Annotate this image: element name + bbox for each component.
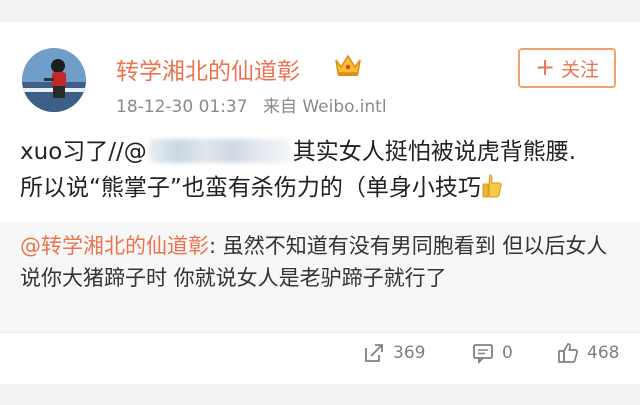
post-text-prefix: xuo习了//@ (20, 139, 147, 165)
author-name[interactable]: 转学湘北的仙道彰 (116, 52, 300, 86)
avatar-image (22, 48, 86, 112)
comment-count: 0 (502, 343, 513, 363)
follow-button[interactable]: + 关注 (518, 48, 616, 88)
divider (0, 332, 640, 333)
bottom-gap (0, 384, 640, 405)
like-count: 468 (587, 343, 620, 363)
repost-count: 369 (393, 343, 426, 363)
weibo-post-card: 转学湘北的仙道彰 18-12-30 01:37 来自 Weibo.intl + … (0, 22, 640, 384)
thumbs-up-emoji-icon (482, 174, 502, 198)
repost-icon (365, 344, 383, 362)
post-text-line2: 所以说“熊掌子”也蛮有杀伤力的（单身小技巧 (20, 175, 481, 201)
post-line-2: 所以说“熊掌子”也蛮有杀伤力的（单身小技巧 (20, 170, 630, 206)
comment-icon (473, 344, 493, 364)
avatar[interactable] (22, 48, 86, 112)
quoted-text: @转学湘北的仙道彰: 虽然不知道有没有男同胞看到 但以后女人说你大猪蹄子时 你就… (20, 230, 620, 294)
like-button[interactable]: 468 (557, 338, 619, 368)
quoted-author[interactable]: @转学湘北的仙道彰 (20, 234, 209, 258)
post-source: 来自 Weibo.intl (262, 97, 387, 117)
plus-icon: + (534, 53, 556, 81)
post-line-1: xuo习了//@ 其实女人挺怕被说虎背熊腰. (20, 134, 630, 170)
timestamp: 18-12-30 01:37 (116, 97, 248, 117)
follow-label: 关注 (561, 58, 600, 81)
post-meta: 18-12-30 01:37 来自 Weibo.intl (116, 92, 397, 117)
crown-icon (335, 54, 361, 76)
comment-button[interactable]: 0 (472, 338, 513, 368)
post-body: xuo习了//@ 其实女人挺怕被说虎背熊腰. 所以说“熊掌子”也蛮有杀伤力的（单身… (20, 134, 630, 206)
top-gap (0, 0, 640, 22)
repost-button[interactable]: 369 (363, 338, 425, 368)
quoted-post[interactable]: @转学湘北的仙道彰: 虽然不知道有没有男同胞看到 但以后女人说你大猪蹄子时 你就… (0, 222, 640, 332)
blurred-mention (148, 139, 291, 163)
thumbs-up-icon (558, 343, 579, 363)
post-text-line1: 其实女人挺怕被说虎背熊腰. (292, 139, 577, 165)
